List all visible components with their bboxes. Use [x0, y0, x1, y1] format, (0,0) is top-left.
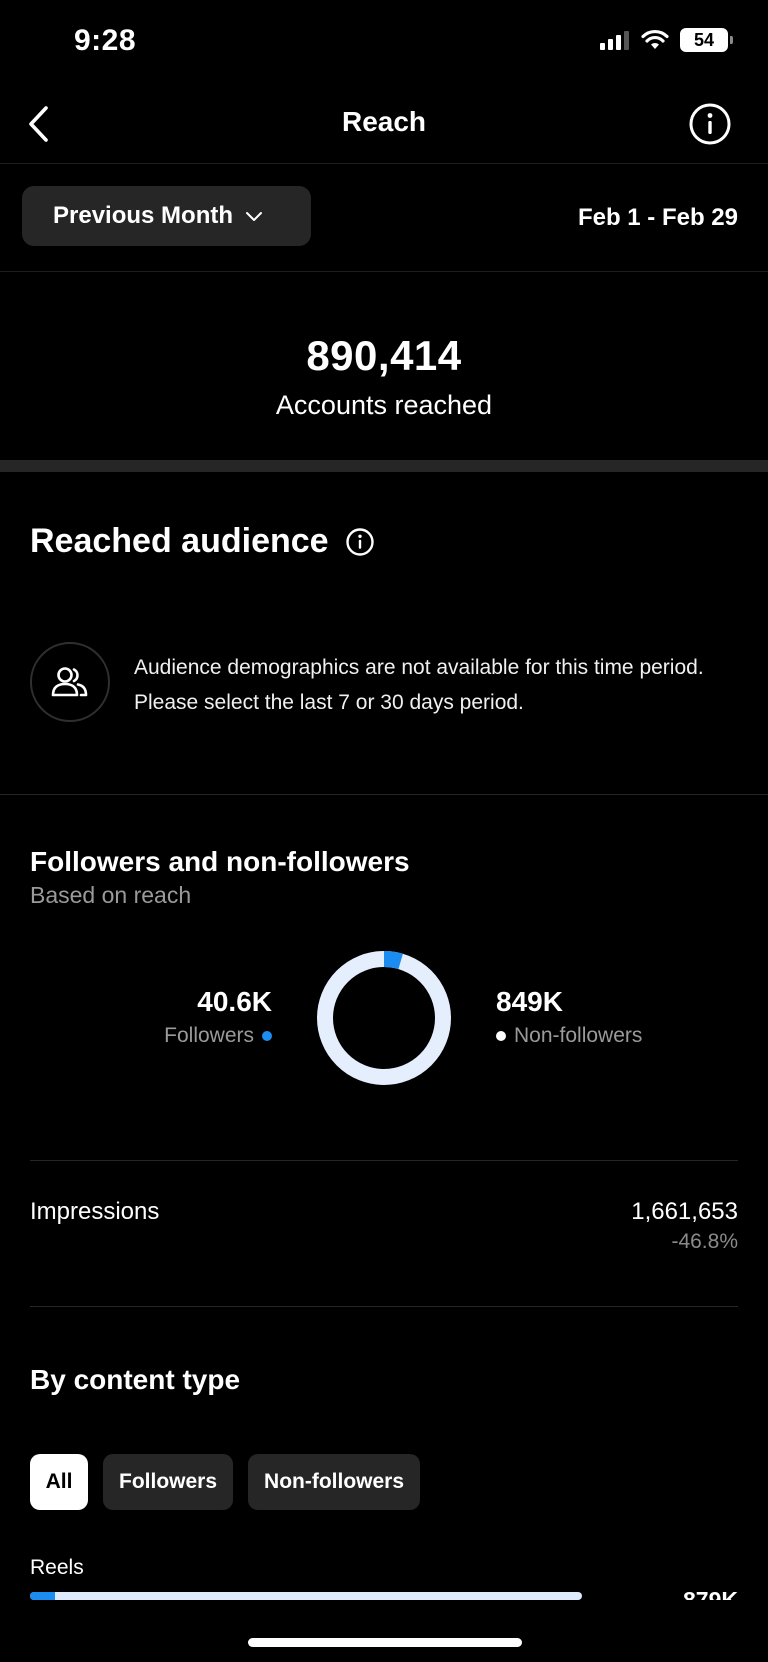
- filter-row: Previous Month Feb 1 - Feb 29: [0, 164, 768, 272]
- section-divider: [0, 460, 768, 472]
- chevron-down-icon: [246, 212, 263, 221]
- followers-legend: Followers: [164, 1024, 272, 1048]
- section-divider: [30, 1160, 738, 1161]
- section-divider: [0, 794, 768, 795]
- followers-value: 40.6K: [197, 986, 272, 1017]
- content-row-value: 879K: [683, 1587, 738, 1600]
- content-row-bar: [30, 1592, 582, 1600]
- battery-icon: 54: [680, 28, 733, 52]
- demographics-message: Audience demographics are not available …: [134, 656, 704, 714]
- reached-audience-title: Reached audience: [30, 522, 329, 560]
- content-type-filter: All Followers Non-followers: [30, 1454, 421, 1510]
- followers-label: Followers: [164, 1024, 254, 1047]
- followers-section-subtitle: Based on reach: [30, 882, 192, 908]
- date-range: Feb 1 - Feb 29: [577, 204, 738, 231]
- non-followers-dot: [496, 1031, 506, 1041]
- page-title: Reach: [341, 106, 427, 137]
- chip-all[interactable]: All: [30, 1454, 88, 1510]
- chip-non-followers[interactable]: Non-followers: [248, 1454, 421, 1510]
- demographics-notice: Audience demographics are not available …: [30, 640, 738, 724]
- non-followers-value: 849K: [496, 986, 563, 1017]
- impressions-value: 1,661,653: [631, 1198, 738, 1225]
- non-followers-arc: [317, 951, 451, 1085]
- status-bar: 9:28 54: [0, 0, 768, 84]
- non-followers-legend: Non-followers: [496, 1024, 642, 1048]
- impressions-label: Impressions: [30, 1198, 160, 1225]
- audience-icon: [30, 642, 110, 722]
- wifi-icon: [641, 29, 669, 49]
- non-followers-label: Non-followers: [514, 1024, 643, 1047]
- content-type-title: By content type: [30, 1364, 241, 1395]
- status-icons: 54: [600, 28, 733, 52]
- status-time: 9:28: [74, 24, 137, 57]
- followers-dot: [262, 1031, 272, 1041]
- info-icon: [689, 103, 731, 145]
- chip-followers[interactable]: Followers: [103, 1454, 234, 1510]
- non-followers-stat: 849K Non-followers: [496, 986, 642, 1048]
- info-icon[interactable]: [345, 527, 375, 557]
- info-button[interactable]: [688, 102, 732, 146]
- nav-bar: Reach: [0, 84, 768, 164]
- followers-stat: 40.6K Followers: [164, 986, 272, 1048]
- home-indicator: [248, 1638, 522, 1647]
- content-row-bar-followers: [30, 1592, 55, 1600]
- period-label: Previous Month: [53, 202, 234, 229]
- cellular-signal-icon: [600, 31, 629, 50]
- reach-summary: 890,414 Accounts reached: [0, 272, 768, 460]
- reach-value: 890,414: [306, 332, 462, 379]
- period-dropdown[interactable]: Previous Month: [22, 186, 311, 246]
- followers-section-title: Followers and non-followers: [30, 846, 410, 877]
- battery-level: 54: [693, 29, 715, 50]
- impressions-change: -46.8%: [671, 1230, 738, 1253]
- section-divider: [30, 1306, 738, 1307]
- reached-audience-header: Reached audience: [30, 522, 375, 561]
- reach-label: Accounts reached: [275, 390, 493, 420]
- content-row-label: Reels: [30, 1556, 84, 1579]
- followers-donut-chart: [317, 951, 451, 1085]
